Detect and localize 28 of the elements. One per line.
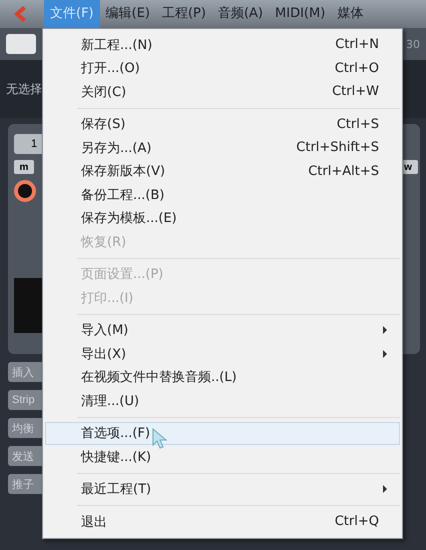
menu-bar-item[interactable]: 编辑(E) [100,0,156,28]
menu-item[interactable]: 关闭(C) Ctrl+W [45,80,400,104]
menu-item[interactable]: 首选项...(F) [45,422,400,445]
record-button[interactable] [14,180,36,202]
menu-item[interactable]: 保存(S) Ctrl+S [45,112,400,136]
submenu-arrow-icon [383,485,387,494]
menu-item[interactable]: 导出(X) [45,342,400,366]
menu-item[interactable]: 备份工程...(B) [45,183,400,206]
submenu-arrow-icon [383,350,387,358]
submenu-arrow-icon [383,326,387,334]
time-label: 30 [406,38,420,50]
menu-bar-item[interactable]: 工程(P) [156,0,212,28]
menu-bar-item[interactable]: MIDI(M) [269,0,332,28]
menu-item[interactable]: 保存新版本(V) Ctrl+Alt+S [45,160,400,183]
menu-item[interactable]: 新工程...(N) Ctrl+N [45,33,400,56]
status-text: 无选择 [6,80,42,98]
menu-item[interactable]: 保存为模板...(E) [45,206,400,230]
menu-bar-item[interactable]: 媒体 [331,0,370,28]
menu-bar-item[interactable]: 音频(A) [212,0,270,28]
menu-item[interactable]: 打开...(O) Ctrl+O [45,56,400,80]
mouse-pointer-icon [152,428,168,450]
menu-item[interactable]: 退出 Ctrl+Q [45,510,400,534]
menu-item[interactable]: 最近工程(T) [45,478,400,501]
menu-item[interactable]: 清理...(U) [45,389,400,412]
menu-item[interactable]: 快捷键...(K) [45,445,400,468]
mute-button[interactable]: m [14,160,34,174]
menu-item[interactable]: 在视频文件中替换音频..(L) [45,366,400,389]
menu-item[interactable]: 导入(M) [45,318,400,342]
